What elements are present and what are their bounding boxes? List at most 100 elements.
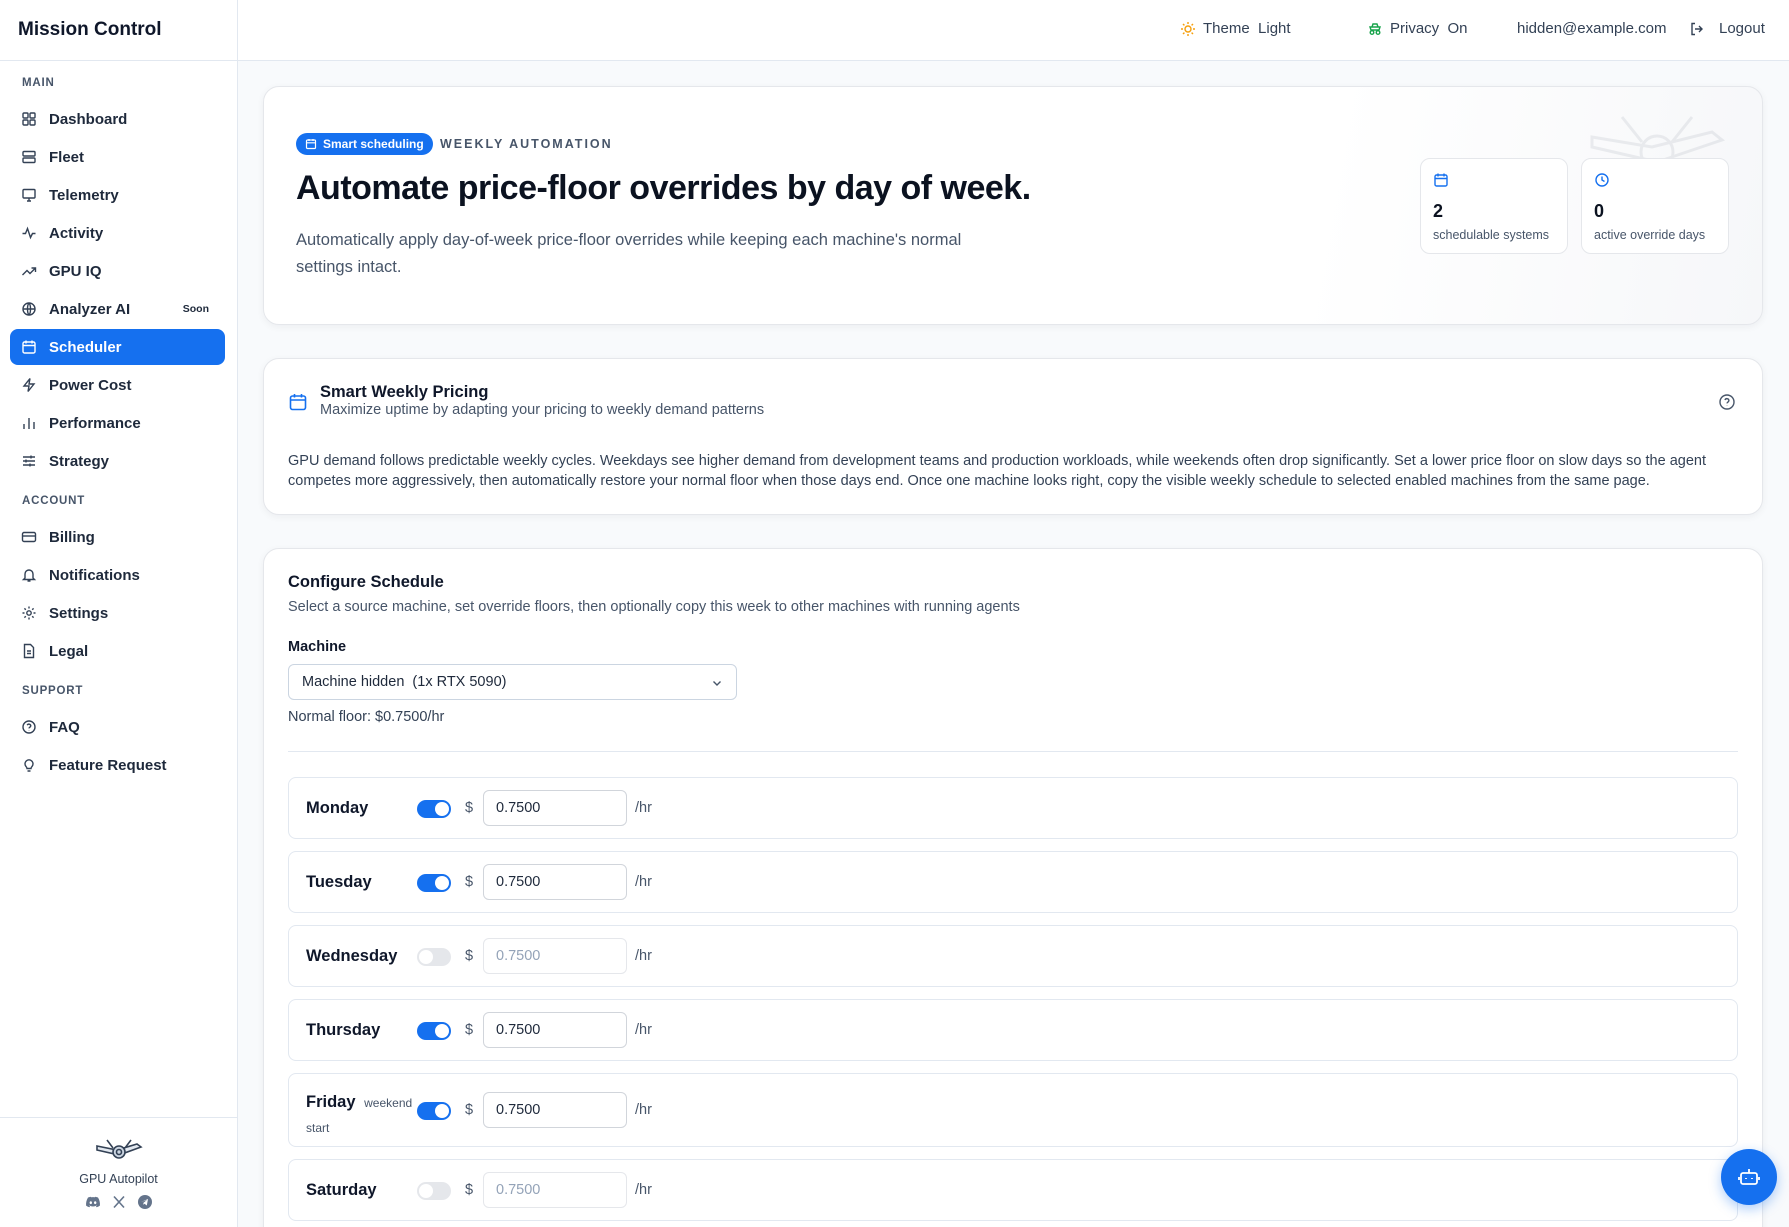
sidebar-item-notifications[interactable]: Notifications: [10, 557, 225, 593]
calendar-icon: [1433, 172, 1449, 188]
stat-value: 2: [1433, 201, 1444, 221]
help-circle-icon: [21, 719, 37, 735]
sliders-icon: [21, 453, 37, 469]
currency-symbol: $: [465, 1102, 474, 1118]
normal-floor: Normal floor: $0.7500/hr: [288, 709, 445, 725]
bolt-icon: [21, 377, 37, 393]
sidebar-item-strategy[interactable]: Strategy: [10, 443, 225, 479]
stat-label: active override days: [1594, 228, 1706, 242]
price-floor-input[interactable]: 0.7500: [483, 864, 627, 900]
sidebar-item-label: FAQ: [49, 718, 80, 736]
sidebar-item-scheduler[interactable]: Scheduler: [10, 329, 225, 365]
day-toggle[interactable]: [417, 1102, 451, 1120]
sidebar-item-faq[interactable]: FAQ: [10, 709, 225, 745]
grid-icon: [21, 111, 37, 127]
price-floor-input[interactable]: 0.7500: [483, 1012, 627, 1048]
topbar: Theme Light Privacy On hidden@example.co…: [238, 0, 1789, 61]
unit-label: /hr: [635, 1102, 652, 1118]
pill-label: Smart scheduling: [323, 137, 424, 151]
currency-symbol: $: [465, 948, 474, 964]
sidebar-item-power-cost[interactable]: Power Cost: [10, 367, 225, 403]
logout-button[interactable]: Logout: [1689, 20, 1765, 37]
machine-label: Machine: [288, 639, 347, 655]
day-name: Friday: [306, 1093, 356, 1111]
section-account-label: ACCOUNT: [22, 495, 86, 507]
smart-scheduling-pill: Smart scheduling: [296, 133, 433, 155]
price-floor-input[interactable]: 0.7500: [483, 790, 627, 826]
day-row-saturday: Saturday $ 0.7500 /hr: [288, 1159, 1738, 1221]
server-icon: [21, 149, 37, 165]
social-links: [85, 1194, 153, 1210]
sidebar-item-billing[interactable]: Billing: [10, 519, 225, 555]
sidebar-item-gpu-iq[interactable]: GPU IQ: [10, 253, 225, 289]
info-description: GPU demand follows predictable weekly cy…: [288, 453, 1706, 489]
theme-toggle[interactable]: Theme Light: [1180, 20, 1291, 37]
day-toggle[interactable]: [417, 800, 451, 818]
smart-weekly-pricing-card: Smart Weekly Pricing Maximize uptime by …: [263, 358, 1763, 515]
sidebar-item-label: Feature Request: [49, 756, 167, 774]
sidebar-item-label: Settings: [49, 604, 109, 622]
sidebar-item-label: Notifications: [49, 566, 140, 584]
app-title: Mission Control: [0, 0, 237, 61]
logout-icon: [1689, 21, 1705, 37]
sidebar-item-feature-request[interactable]: Feature Request: [10, 747, 225, 783]
unit-label: /hr: [635, 1022, 652, 1038]
calendar-icon: [305, 138, 317, 150]
sidebar-item-label: Dashboard: [49, 110, 128, 128]
telegram-icon[interactable]: [137, 1194, 153, 1210]
clock-icon: [1594, 172, 1610, 188]
configure-schedule-card: Configure Schedule Select a source machi…: [263, 548, 1763, 1227]
day-row-friday: Friday weekend start $ 0.7500 /hr: [288, 1073, 1738, 1147]
chevron-down-icon: [710, 676, 724, 690]
day-name: Monday: [306, 799, 369, 817]
help-icon[interactable]: [1718, 393, 1736, 411]
sun-icon: [1180, 21, 1196, 37]
calendar-icon: [288, 392, 308, 412]
sidebar-item-performance[interactable]: Performance: [10, 405, 225, 441]
sidebar-item-settings[interactable]: Settings: [10, 595, 225, 631]
privacy-toggle[interactable]: Privacy On: [1367, 20, 1468, 37]
sidebar-item-label: Fleet: [49, 148, 85, 166]
sidebar-item-activity[interactable]: Activity: [10, 215, 225, 251]
price-floor-input[interactable]: 0.7500: [483, 1172, 627, 1208]
sidebar-item-legal[interactable]: Legal: [10, 633, 225, 669]
sidebar-item-telemetry[interactable]: Telemetry: [10, 177, 225, 213]
sidebar-item-label: Analyzer AI: [49, 300, 131, 318]
bell-icon: [21, 567, 37, 583]
discord-icon[interactable]: [85, 1194, 101, 1210]
day-toggle[interactable]: [417, 1022, 451, 1040]
gear-icon: [21, 605, 37, 621]
sidebar-item-dashboard[interactable]: Dashboard: [10, 101, 225, 137]
sidebar-item-label: Activity: [49, 224, 104, 242]
x-icon[interactable]: [111, 1194, 127, 1210]
day-row-tuesday: Tuesday $ 0.7500 /hr: [288, 851, 1738, 913]
hero-description: Automatically apply day-of-week price-fl…: [296, 231, 962, 276]
monitor-icon: [21, 187, 37, 203]
credit-card-icon: [21, 529, 37, 545]
stat-value: 0: [1594, 201, 1605, 221]
bar-chart-icon: [21, 415, 37, 431]
day-toggle[interactable]: [417, 948, 451, 966]
unit-label: /hr: [635, 800, 652, 816]
sidebar-item-label: Legal: [49, 642, 89, 660]
assistant-bot-button[interactable]: [1721, 1149, 1777, 1205]
calendar-icon: [21, 339, 37, 355]
lightbulb-icon: [21, 757, 37, 773]
sidebar-item-label: Scheduler: [49, 338, 122, 356]
day-name-wrapper: Friday weekend start: [306, 1090, 414, 1140]
stat-label: schedulable systems: [1433, 228, 1550, 242]
hero-eyebrow: WEEKLY AUTOMATION: [440, 137, 613, 151]
unit-label: /hr: [635, 948, 652, 964]
section-main-label: MAIN: [22, 77, 55, 89]
sidebar-item-label: Performance: [49, 414, 141, 432]
price-floor-input[interactable]: 0.7500: [483, 1092, 627, 1128]
day-toggle[interactable]: [417, 1182, 451, 1200]
sidebar-item-analyzer-ai[interactable]: Analyzer AI Soon: [10, 291, 225, 327]
machine-select-value: Machine hidden (1x RTX 5090): [302, 674, 507, 690]
price-floor-input[interactable]: 0.7500: [483, 938, 627, 974]
currency-symbol: $: [465, 800, 474, 816]
sidebar-item-label: Strategy: [49, 452, 110, 470]
sidebar-item-fleet[interactable]: Fleet: [10, 139, 225, 175]
day-toggle[interactable]: [417, 874, 451, 892]
machine-select[interactable]: Machine hidden (1x RTX 5090): [288, 664, 737, 700]
